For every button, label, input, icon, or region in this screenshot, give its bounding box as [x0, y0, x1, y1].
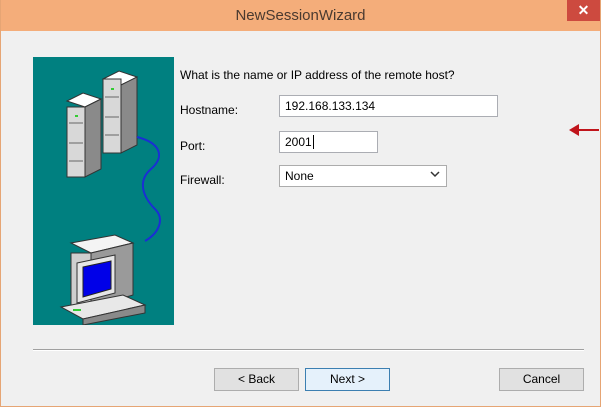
chevron-down-icon	[430, 169, 440, 181]
server-rack-icon	[65, 70, 139, 178]
port-value: 2001	[285, 135, 312, 149]
close-icon: ✕	[577, 2, 590, 18]
hostname-value: 192.168.133.134	[285, 99, 376, 113]
button-divider	[33, 349, 584, 351]
back-button[interactable]: < Back	[214, 368, 299, 391]
wizard-client-area: What is the name or IP address of the re…	[9, 31, 592, 399]
firewall-value: None	[285, 169, 314, 183]
computer-icon	[59, 234, 147, 326]
hostname-input[interactable]: 192.168.133.134	[279, 95, 498, 117]
wizard-illustration	[33, 57, 174, 326]
close-button[interactable]: ✕	[567, 0, 600, 21]
red-arrow-icon	[569, 124, 599, 136]
firewall-label: Firewall:	[180, 173, 225, 187]
window-title: NewSessionWizard	[235, 7, 366, 24]
port-input[interactable]: 2001	[279, 131, 378, 153]
hostname-label: Hostname:	[180, 103, 239, 117]
next-button[interactable]: Next >	[305, 368, 390, 391]
network-illustration	[59, 70, 161, 326]
network-cable	[136, 136, 161, 242]
host-prompt: What is the name or IP address of the re…	[180, 68, 455, 82]
firewall-select[interactable]: None	[279, 165, 447, 187]
text-cursor	[312, 135, 318, 149]
title-bar[interactable]: NewSessionWizard ✕	[1, 0, 600, 31]
wizard-window: NewSessionWizard ✕ What is the name or I…	[0, 0, 601, 407]
cancel-button[interactable]: Cancel	[499, 368, 584, 391]
port-label: Port:	[180, 139, 206, 153]
